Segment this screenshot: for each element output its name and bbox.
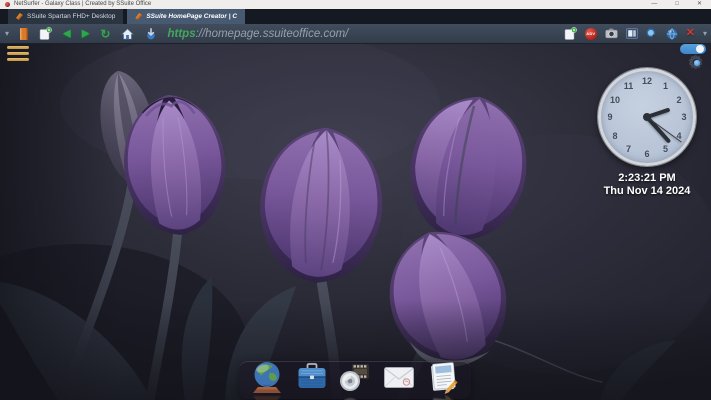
- dock-icon-reflection: [431, 395, 458, 400]
- tab-label: SSuite HomePage Creator | C: [146, 13, 238, 20]
- browser-toolbar: ▾ ◀ ▶ ↻ https://homepage.ssuiteoffice.co…: [0, 24, 711, 44]
- screenshot-camera-icon[interactable]: [605, 28, 618, 39]
- back-icon[interactable]: ◀: [63, 28, 71, 39]
- clock-numeral: 12: [641, 76, 653, 86]
- dock-notes-editor-icon[interactable]: [424, 358, 462, 400]
- tab-label: SSuite Spartan FHD+ Desktop: [27, 13, 116, 20]
- download-icon[interactable]: [145, 27, 157, 40]
- clock-numeral: 1: [662, 81, 669, 91]
- dock-icon-reflection: [253, 396, 281, 400]
- tab-spartan-desktop[interactable]: SSuite Spartan FHD+ Desktop: [8, 9, 124, 24]
- web-globe-icon[interactable]: [666, 28, 678, 40]
- clock-numeral: 7: [625, 144, 632, 154]
- app-icon: [5, 2, 10, 7]
- tab-homepage-creator[interactable]: SSuite HomePage Creator | C: [127, 9, 246, 24]
- netsurfer-window: NetSurfer - Galaxy Class | Created by SS…: [0, 0, 711, 400]
- dock-mail-icon[interactable]: [380, 358, 418, 396]
- dock-icon-reflection: [293, 393, 331, 400]
- address-bar[interactable]: https://homepage.ssuiteoffice.com/: [167, 28, 348, 40]
- clock-numeral: 5: [662, 144, 669, 154]
- forward-icon[interactable]: ▶: [82, 28, 90, 39]
- bookmarks-icon[interactable]: [20, 27, 29, 40]
- clock-numeral: 9: [607, 112, 613, 122]
- reading-panel-icon[interactable]: [626, 28, 638, 39]
- clock-numeral: 11: [623, 81, 634, 91]
- maximize-icon[interactable]: □: [675, 0, 679, 9]
- url-scheme: https: [167, 27, 196, 40]
- minimize-icon[interactable]: —: [651, 0, 657, 9]
- refresh-icon[interactable]: ↻: [100, 28, 110, 40]
- url-text: ://homepage.ssuiteoffice.com/: [195, 27, 349, 40]
- ad-blocker-icon[interactable]: ADV: [584, 27, 597, 40]
- ssuite-logo-icon: [16, 13, 23, 20]
- dock: [239, 358, 471, 400]
- new-tab-icon[interactable]: [564, 27, 577, 40]
- clock-numeral: 3: [681, 112, 687, 122]
- search-icon[interactable]: [646, 28, 658, 40]
- menu-icon[interactable]: [7, 46, 29, 64]
- dock-media-player-icon[interactable]: [336, 358, 374, 400]
- clock-numeral: 2: [676, 94, 682, 105]
- home-icon[interactable]: [121, 28, 135, 40]
- digital-time: 2:23:21 PM: [618, 172, 676, 184]
- clock-pivot: [643, 113, 651, 121]
- settings-gear-icon[interactable]: ⚙: [688, 53, 706, 73]
- clock-numeral: 8: [612, 130, 618, 141]
- close-session-icon[interactable]: ✕: [686, 28, 695, 39]
- menu-caret-icon[interactable]: ▾: [5, 29, 9, 38]
- close-icon[interactable]: ✕: [697, 0, 702, 9]
- title-bar: NetSurfer - Galaxy Class | Created by SS…: [0, 0, 711, 9]
- dock-icon-reflection: [380, 393, 418, 400]
- clock-numeral: 6: [644, 149, 650, 159]
- gear-center-dot: [694, 60, 700, 66]
- tab-bar: SSuite Spartan FHD+ Desktop SSuite HomeP…: [0, 9, 711, 24]
- ssuite-logo-icon: [135, 13, 143, 20]
- homepage-desktop: ⚙ 12 1 2 3 4 5 6 7 8 9 10 11 2:23:21 PM …: [0, 44, 711, 400]
- dock-briefcase-icon[interactable]: [293, 358, 331, 396]
- analog-clock: 12 1 2 3 4 5 6 7 8 9 10 11: [598, 68, 696, 166]
- date-label: Thu Nov 14 2024: [603, 185, 691, 197]
- window-title: NetSurfer - Galaxy Class | Created by SS…: [14, 1, 152, 7]
- options-caret-icon[interactable]: ▾: [703, 29, 707, 38]
- new-page-icon[interactable]: [39, 27, 52, 40]
- clock-numeral: 10: [609, 94, 621, 105]
- dock-icon-reflection: [340, 398, 360, 400]
- toggle-knob: [696, 45, 704, 53]
- dock-web-browser-icon[interactable]: [248, 358, 286, 400]
